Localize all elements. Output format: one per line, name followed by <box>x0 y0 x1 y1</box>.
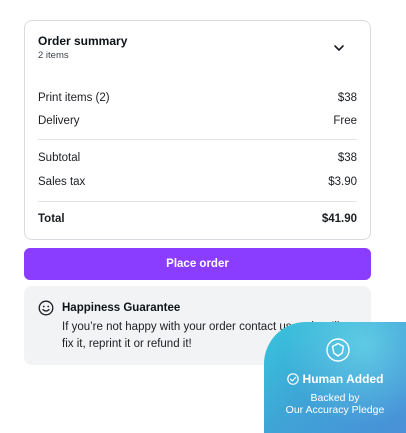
guarantee-title: Happiness Guarantee <box>62 302 181 314</box>
checkout-page: Order summary 2 items Print items (2) $3… <box>0 0 406 433</box>
badge-title-text: Human Added <box>302 372 384 386</box>
summary-row-value: $41.90 <box>321 213 357 225</box>
order-summary-header[interactable]: Order summary 2 items <box>38 33 357 67</box>
summary-row-value: $38 <box>337 152 357 164</box>
summary-row-subtotal: Subtotal $38 <box>38 150 357 166</box>
order-summary-card: Order summary 2 items Print items (2) $3… <box>24 20 371 240</box>
place-order-button[interactable]: Place order <box>24 248 371 280</box>
check-circle-icon <box>286 373 299 385</box>
summary-row-label: Sales tax <box>38 176 86 188</box>
summary-row-delivery: Delivery Free <box>38 113 357 129</box>
summary-row-value: Free <box>333 115 357 127</box>
summary-row-label: Delivery <box>38 115 80 127</box>
summary-row-sales-tax: Sales tax $3.90 <box>38 174 357 190</box>
smile-icon <box>38 300 54 316</box>
badge-subtitle: Backed by Our Accuracy Pledge <box>264 392 406 416</box>
divider <box>38 201 357 202</box>
summary-row-value: $38 <box>337 92 357 104</box>
badge-title: Human Added <box>264 372 406 386</box>
human-added-badge[interactable]: Human Added Backed by Our Accuracy Pledg… <box>264 322 406 433</box>
summary-row-label: Print items (2) <box>38 92 110 104</box>
shield-icon <box>326 338 350 362</box>
summary-row-print-items: Print items (2) $38 <box>38 90 357 106</box>
badge-line-1: Backed by <box>310 392 360 404</box>
summary-row-value: $3.90 <box>328 176 357 188</box>
summary-row-label: Subtotal <box>38 152 81 164</box>
order-item-count: 2 items <box>38 50 69 61</box>
badge-line-2: Our Accuracy Pledge <box>285 404 385 416</box>
chevron-down-icon[interactable] <box>333 42 345 54</box>
divider <box>38 139 357 140</box>
order-summary-title: Order summary <box>38 34 128 48</box>
summary-row-label: Total <box>38 213 65 225</box>
summary-row-total: Total $41.90 <box>38 211 357 227</box>
